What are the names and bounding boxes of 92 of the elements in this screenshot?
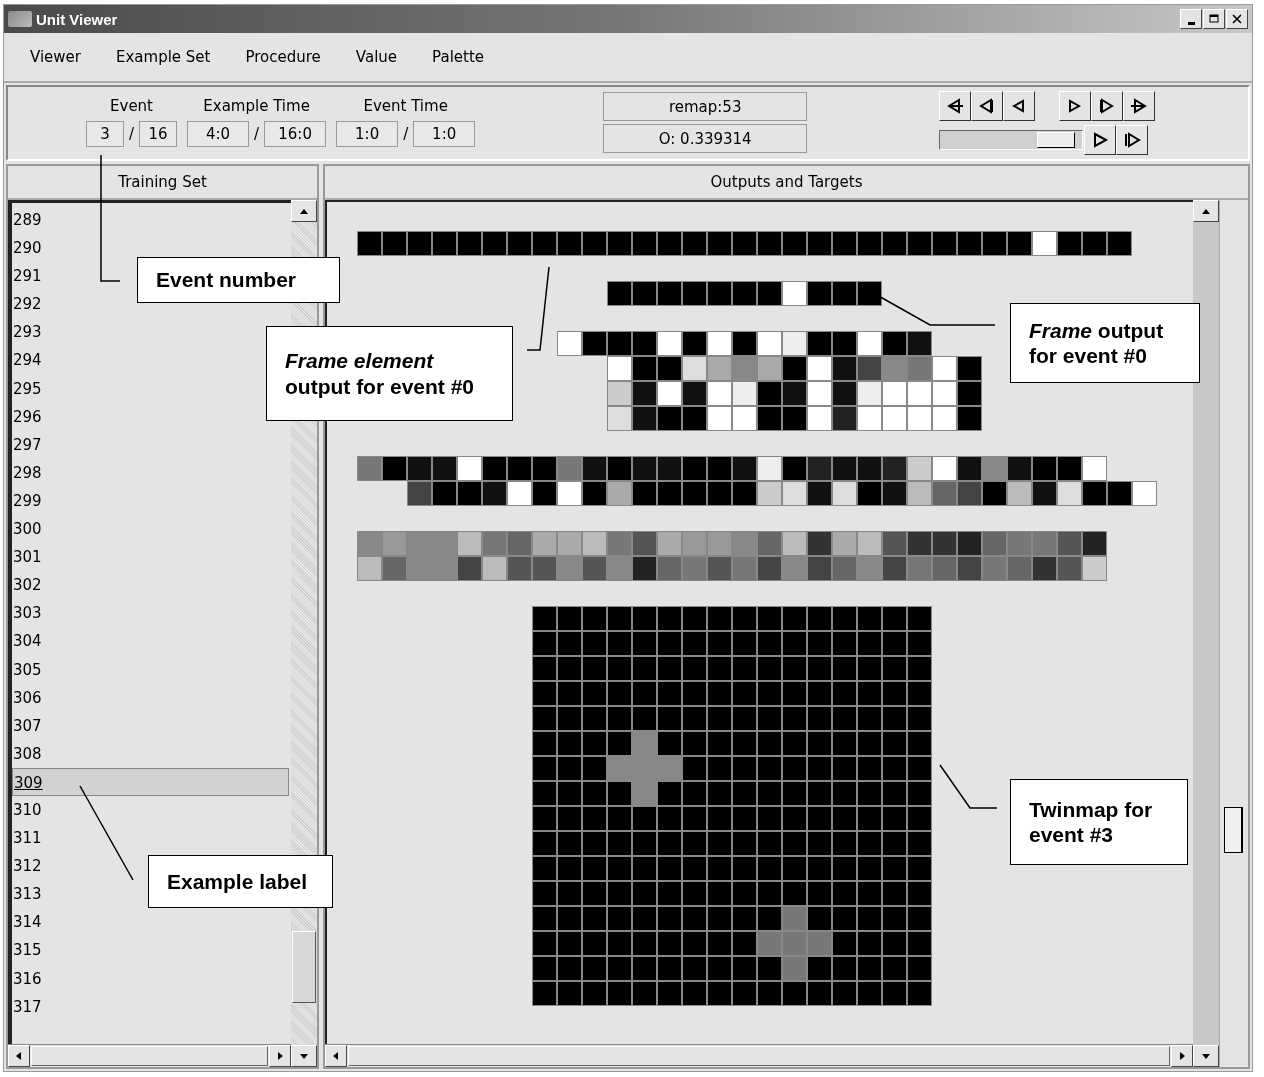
list-item[interactable]: 301 — [12, 543, 44, 572]
right-arrow-icon — [276, 1051, 284, 1061]
run-arrow-icon — [1123, 132, 1142, 148]
list-item[interactable]: 317 — [12, 992, 44, 1021]
list-item[interactable]: 309 — [12, 767, 289, 796]
maximize-button[interactable] — [1203, 9, 1225, 29]
first-arrow-icon — [946, 98, 965, 114]
horizontal-scrollbar[interactable] — [8, 1044, 291, 1067]
up-arrow-icon — [1201, 207, 1211, 215]
readout-field: remap:53 — [603, 92, 808, 121]
list-item[interactable]: 290 — [12, 234, 44, 263]
last-button[interactable] — [1123, 91, 1156, 121]
callout-text: Event number — [156, 267, 297, 293]
up-arrow-icon — [299, 207, 309, 215]
maximize-icon — [1209, 14, 1219, 24]
close-button[interactable] — [1226, 9, 1248, 29]
list-item[interactable]: 310 — [12, 795, 44, 825]
list-item[interactable]: 305 — [12, 655, 44, 684]
down-arrow-icon — [299, 1052, 309, 1060]
readout-field: O: 0.339314 — [603, 124, 808, 153]
list-item[interactable]: 308 — [12, 739, 44, 768]
list-item[interactable]: 315 — [12, 936, 44, 965]
list-item[interactable]: 311 — [12, 824, 44, 853]
value-field[interactable]: 1:0 — [336, 121, 399, 147]
panel-title: Training Set — [8, 166, 317, 200]
forward-button[interactable] — [1091, 91, 1124, 121]
separator-text: / — [254, 125, 260, 143]
value-field[interactable]: 16 — [139, 121, 178, 147]
list-item[interactable]: 297 — [12, 430, 44, 459]
minimize-icon — [1187, 21, 1195, 25]
leader-line — [939, 764, 998, 809]
play-arrow-icon — [1091, 132, 1110, 148]
list-item[interactable]: 292 — [12, 290, 44, 319]
list-item[interactable]: 312 — [12, 852, 44, 881]
window-title: Unit Viewer — [36, 10, 119, 28]
list-item[interactable]: 298 — [12, 458, 44, 487]
list-item[interactable]: 295 — [12, 374, 44, 403]
callout-text: Frame output for event #0 — [1029, 317, 1165, 369]
separator-text: / — [129, 125, 135, 143]
left-arrow-icon — [332, 1051, 340, 1061]
list-item[interactable]: 294 — [12, 346, 44, 375]
scroll-down-button[interactable] — [1193, 1045, 1219, 1067]
list-item[interactable]: 289 — [12, 206, 44, 235]
list-item[interactable]: 316 — [12, 964, 44, 993]
right-arrow-icon — [1178, 1051, 1186, 1061]
counter-label: Example Time — [203, 97, 310, 115]
resize-handle[interactable] — [1224, 807, 1243, 853]
scroll-thumb[interactable] — [292, 931, 316, 1003]
panel-title: Outputs and Targets — [325, 166, 1248, 200]
menu-item[interactable]: Value — [355, 48, 398, 66]
list-item[interactable]: 313 — [12, 880, 44, 909]
first-button[interactable] — [939, 91, 972, 121]
down-arrow-icon — [1201, 1052, 1211, 1060]
counter-label: Event — [110, 97, 153, 115]
callout-text: Example label — [167, 868, 308, 895]
scroll-down-button[interactable] — [291, 1045, 317, 1067]
vertical-scrollbar[interactable] — [1193, 200, 1219, 1045]
list-item[interactable]: 291 — [12, 262, 44, 291]
menu-item[interactable]: Procedure — [245, 48, 321, 66]
run-button[interactable] — [1116, 125, 1149, 155]
menu-item[interactable]: Palette — [432, 48, 484, 66]
last-arrow-icon — [1130, 98, 1149, 114]
list-item[interactable]: 306 — [12, 683, 44, 712]
previous-button[interactable] — [1003, 91, 1036, 121]
value-field[interactable]: 1:0 — [413, 121, 476, 147]
list-item[interactable]: 307 — [12, 711, 44, 740]
list-item[interactable]: 304 — [12, 627, 44, 656]
list-item[interactable]: 302 — [12, 571, 44, 600]
left-arrow-icon — [15, 1051, 23, 1061]
list-item[interactable]: 296 — [12, 402, 44, 431]
list-item[interactable]: 293 — [12, 318, 44, 347]
list-item[interactable]: 303 — [12, 599, 44, 628]
list-item[interactable]: 300 — [12, 515, 44, 544]
list-item[interactable]: 299 — [12, 486, 44, 516]
list-item[interactable]: 314 — [12, 908, 44, 937]
minimize-button[interactable] — [1180, 9, 1202, 29]
separator-text: / — [403, 125, 409, 143]
close-icon — [1232, 14, 1242, 24]
play-button[interactable] — [1084, 125, 1117, 155]
menu-item[interactable]: Example Set — [116, 48, 211, 66]
callout-text: Twinmap for event #3 — [1029, 796, 1154, 848]
app-icon — [8, 11, 32, 27]
value-field[interactable]: 4:0 — [187, 121, 250, 147]
value-field[interactable]: 3 — [86, 121, 124, 147]
back-button[interactable] — [971, 91, 1004, 121]
callout-text: Frame element output for event #0 — [285, 348, 475, 399]
counter-label: Event Time — [363, 97, 448, 115]
menu-item[interactable]: Viewer — [30, 48, 81, 66]
value-field[interactable]: 16:0 — [264, 121, 327, 147]
next-button[interactable] — [1059, 91, 1092, 121]
speed-slider[interactable] — [939, 130, 1084, 150]
horizontal-scrollbar[interactable] — [325, 1044, 1193, 1067]
